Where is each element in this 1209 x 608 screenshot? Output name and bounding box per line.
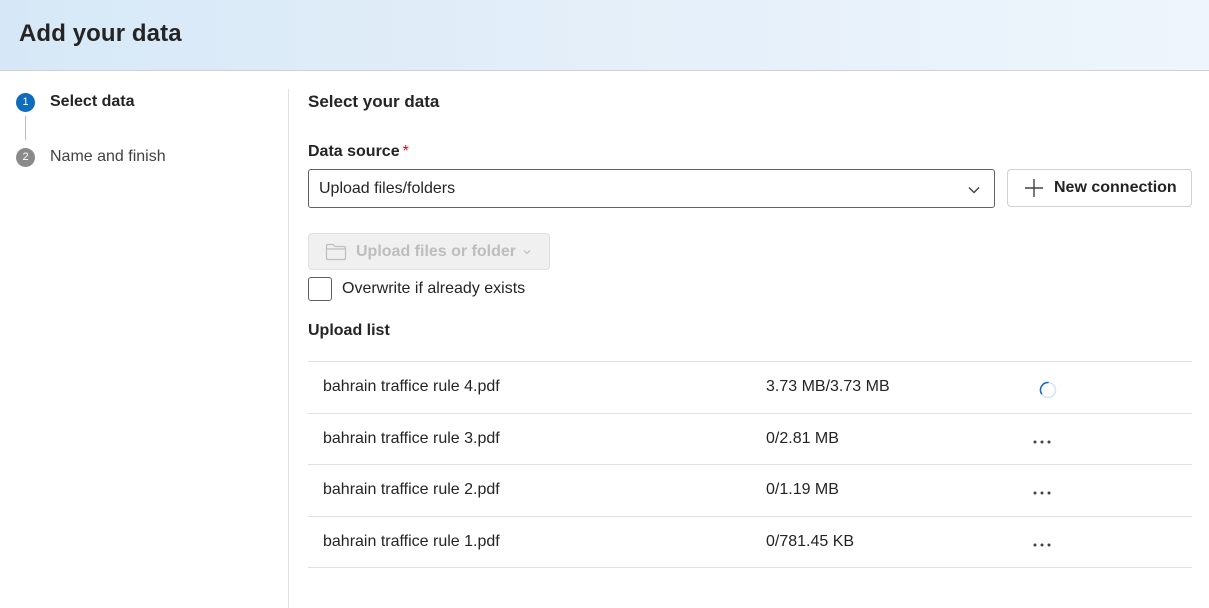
upload-files-button[interactable]: Upload files or folder [308, 233, 550, 270]
file-name: bahrain traffice rule 2.pdf [323, 481, 500, 498]
vertical-divider [288, 89, 289, 608]
overwrite-checkbox[interactable] [308, 277, 332, 301]
file-size: 0/2.81 MB [766, 429, 839, 447]
more-horizontal-icon[interactable] [1032, 432, 1052, 443]
required-indicator: * [402, 143, 409, 160]
step-connector [25, 116, 26, 140]
page-title: Add your data [19, 20, 182, 47]
list-item: bahrain traffice rule 1.pdf 0/781.45 KB [308, 517, 1192, 568]
page-header: Add your data [0, 0, 1209, 71]
list-item: bahrain traffice rule 4.pdf 3.73 MB/3.73… [308, 362, 1192, 414]
file-size: 0/1.19 MB [766, 481, 839, 498]
step-number-badge: 1 [16, 92, 35, 112]
step-label: Name and finish [50, 148, 166, 165]
upload-files-label: Upload files or folder [356, 242, 517, 260]
file-name: bahrain traffice rule 1.pdf [323, 532, 500, 550]
section-title: Select your data [308, 92, 440, 111]
data-source-selected-value: Upload files/folders [319, 179, 456, 197]
plus-icon [1024, 178, 1044, 198]
overwrite-option: Overwrite if already exists [308, 277, 525, 301]
list-item: bahrain traffice rule 2.pdf 0/1.19 MB [308, 465, 1192, 517]
upload-list-title: Upload list [308, 322, 390, 339]
chevron-down-icon [522, 247, 532, 257]
file-size: 3.73 MB/3.73 MB [766, 378, 890, 395]
list-item: bahrain traffice rule 3.pdf 0/2.81 MB [308, 414, 1192, 465]
overwrite-label[interactable]: Overwrite if already exists [342, 280, 525, 298]
more-horizontal-icon[interactable] [1032, 483, 1052, 495]
file-name: bahrain traffice rule 3.pdf [323, 429, 500, 447]
more-horizontal-icon[interactable] [1032, 535, 1052, 546]
file-size: 0/781.45 KB [766, 532, 855, 550]
step-number-badge: 2 [16, 147, 35, 167]
wizard-stepper: 1 Select data 2 Name and finish [0, 71, 288, 608]
data-source-label-text: Data source [308, 143, 400, 160]
step-label: Select data [50, 93, 135, 110]
folder-icon [325, 243, 347, 261]
file-name: bahrain traffice rule 4.pdf [323, 378, 500, 395]
data-source-label: Data source * [308, 143, 409, 161]
new-connection-label: New connection [1054, 179, 1177, 196]
upload-list: bahrain traffice rule 4.pdf 3.73 MB/3.73… [308, 361, 1192, 568]
spinner-icon [1039, 381, 1057, 404]
step-name-and-finish[interactable]: 2 Name and finish [16, 147, 166, 167]
data-source-dropdown[interactable]: Upload files/folders [308, 169, 995, 208]
chevron-down-icon [966, 182, 982, 203]
step-select-data[interactable]: 1 Select data [16, 92, 134, 112]
new-connection-button[interactable]: New connection [1007, 169, 1192, 207]
